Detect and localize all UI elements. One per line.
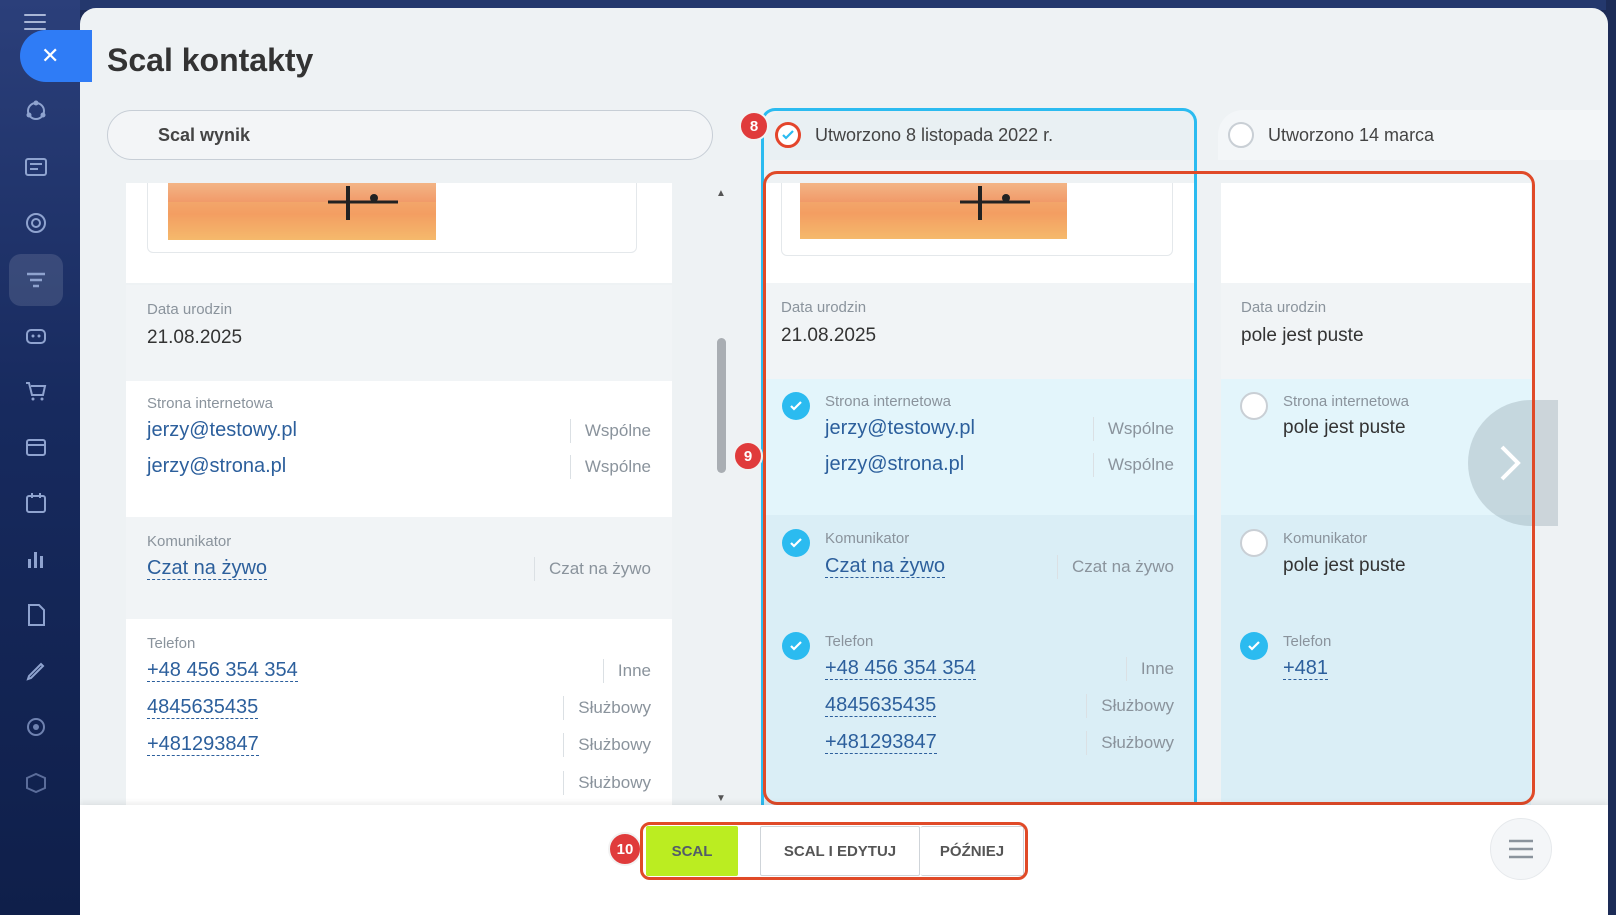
messenger-field: Komunikator Czat na żywo Czat na żywo bbox=[763, 515, 1195, 617]
messenger-line: Czat na żywo Czat na żywo bbox=[825, 555, 1174, 579]
source-1-radio[interactable] bbox=[775, 122, 801, 148]
phone-line: 4845635435 Służbowy bbox=[825, 694, 1174, 718]
chevron-right-icon bbox=[1500, 445, 1521, 481]
source-1-column: Data urodzin 21.08.2025 Strona interneto… bbox=[763, 183, 1195, 808]
phone-line: +48 456 354 354 Inne bbox=[825, 657, 1174, 681]
website-checkbox[interactable] bbox=[1240, 392, 1268, 420]
result-column: Data urodzin 21.08.2025 Strona interneto… bbox=[126, 183, 672, 833]
photo-row bbox=[1221, 183, 1531, 283]
scroll-down-arrow[interactable]: ▼ bbox=[716, 793, 726, 804]
phone-checkbox[interactable] bbox=[1240, 632, 1268, 660]
source-2-radio[interactable] bbox=[1228, 122, 1254, 148]
website-line: jerzy@testowy.pl Wspólne bbox=[147, 419, 651, 443]
robot-icon[interactable] bbox=[22, 321, 50, 349]
phone-field: Telefon +48 456 354 354 Inne 4845635435 … bbox=[763, 617, 1195, 808]
cart-icon[interactable] bbox=[22, 377, 50, 405]
check-icon bbox=[790, 401, 802, 411]
step-badge-8: 8 bbox=[739, 111, 769, 141]
tab-source-2[interactable]: Utworzono 14 marca bbox=[1218, 110, 1608, 160]
phone-field: Telefon +48 456 354 354 Inne 4845635435 … bbox=[126, 619, 672, 833]
photo-card bbox=[781, 183, 1173, 256]
result-tab[interactable]: Scal wynik bbox=[107, 110, 713, 160]
check-icon bbox=[790, 641, 802, 651]
settings-icon[interactable] bbox=[22, 713, 50, 741]
crm-icon[interactable] bbox=[22, 97, 50, 125]
sign-icon[interactable] bbox=[22, 657, 50, 685]
list-menu-button[interactable] bbox=[1490, 818, 1552, 880]
merge-dialog: Scal kontakty Scal wynik Data urodzin 21… bbox=[80, 8, 1608, 915]
document-icon[interactable] bbox=[22, 601, 50, 629]
website-line: jerzy@strona.pl Wspólne bbox=[147, 455, 651, 479]
messenger-field: Komunikator Czat na żywo Czat na żywo bbox=[126, 517, 672, 619]
website-line: jerzy@testowy.pl Wspólne bbox=[825, 417, 1174, 441]
tab-source-1[interactable]: Utworzono 8 listopada 2022 r. bbox=[763, 110, 1195, 160]
birthday-field: Data urodzin pole jest puste bbox=[1221, 283, 1531, 379]
merge-and-edit-button[interactable]: SCAL I EDYTUJ bbox=[760, 826, 920, 876]
phone-line: 4845635435 Służbowy bbox=[147, 696, 651, 720]
menu-icon[interactable] bbox=[24, 14, 46, 30]
box-icon[interactable] bbox=[22, 769, 50, 797]
messenger-checkbox[interactable] bbox=[782, 529, 810, 557]
phone-line: +481293847 Służbowy bbox=[147, 733, 651, 757]
step-badge-9: 9 bbox=[733, 441, 763, 471]
website-field: Strona internetowa jerzy@testowy.pl Wspó… bbox=[126, 381, 672, 517]
phone-checkbox[interactable] bbox=[782, 632, 810, 660]
merge-button[interactable]: SCAL bbox=[646, 826, 738, 876]
page-title: Scal kontakty bbox=[107, 42, 314, 78]
messenger-field: Komunikator pole jest puste bbox=[1221, 515, 1531, 617]
check-icon bbox=[1248, 641, 1260, 651]
step-badge-10: 10 bbox=[608, 832, 642, 866]
photo-row bbox=[126, 183, 672, 283]
calendar-icon[interactable] bbox=[22, 489, 50, 517]
birthday-field: Data urodzin 21.08.2025 bbox=[126, 285, 672, 381]
footer-bar: 10 SCAL SCAL I EDYTUJ PÓŹNIEJ bbox=[80, 805, 1608, 915]
birthday-field: Data urodzin 21.08.2025 bbox=[763, 283, 1195, 379]
phone-line: +481 bbox=[1283, 657, 1329, 680]
close-slider-button[interactable]: ✕ bbox=[20, 30, 92, 82]
funnel-icon[interactable] bbox=[9, 254, 63, 306]
phone-field: Telefon +481 bbox=[1221, 617, 1531, 808]
list-icon bbox=[1509, 839, 1533, 859]
website-checkbox[interactable] bbox=[782, 392, 810, 420]
photo-row bbox=[763, 183, 1195, 283]
app-sidebar bbox=[0, 0, 80, 915]
check-icon bbox=[782, 130, 794, 140]
contacts-icon[interactable] bbox=[22, 153, 50, 181]
contact-photo bbox=[800, 183, 1067, 239]
messenger-checkbox[interactable] bbox=[1240, 529, 1268, 557]
close-icon: ✕ bbox=[41, 43, 60, 68]
analytics-icon[interactable] bbox=[22, 545, 50, 573]
later-button[interactable]: PÓŹNIEJ bbox=[921, 826, 1024, 876]
photo-card bbox=[147, 183, 637, 253]
target-icon[interactable] bbox=[22, 209, 50, 237]
phone-line: Służbowy bbox=[147, 771, 651, 797]
check-icon bbox=[790, 538, 802, 548]
phone-line: +48 456 354 354 Inne bbox=[147, 659, 651, 683]
scroll-up-arrow[interactable]: ▲ bbox=[716, 188, 726, 199]
website-line: jerzy@strona.pl Wspólne bbox=[825, 453, 1174, 477]
phone-line: +481293847 Służbowy bbox=[825, 731, 1174, 755]
scrollbar-thumb[interactable] bbox=[717, 338, 726, 473]
website-field: Strona internetowa jerzy@testowy.pl Wspó… bbox=[763, 379, 1195, 515]
messenger-line: Czat na żywo Czat na żywo bbox=[147, 557, 651, 581]
store-icon[interactable] bbox=[22, 433, 50, 461]
contact-photo bbox=[168, 183, 436, 240]
